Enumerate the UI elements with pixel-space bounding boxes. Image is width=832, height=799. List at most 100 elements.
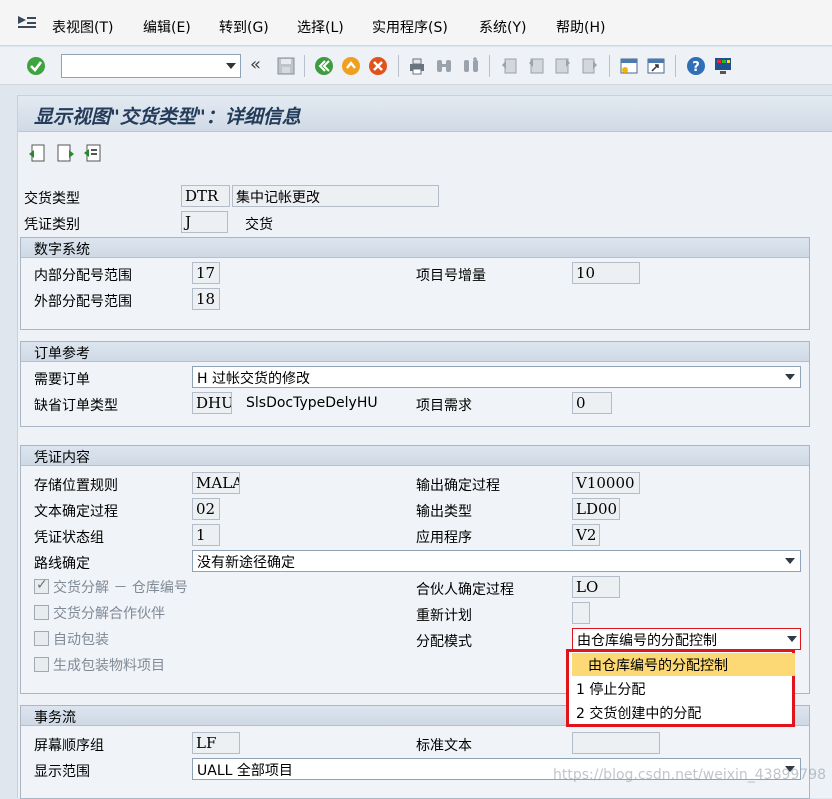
internal-range-label: 内部分配号范围 [34, 268, 132, 284]
cancel-icon[interactable] [368, 56, 388, 76]
text-proc-label: 文本确定过程 [34, 504, 118, 520]
find-icon[interactable] [434, 56, 454, 76]
dropdown-option[interactable]: 2 交货创建中的分配 [572, 701, 705, 724]
std-text-field [572, 732, 660, 754]
route-select[interactable]: 没有新途径确定 [192, 550, 801, 572]
storage-rule-field: MALA [192, 472, 240, 494]
delivery-type-label: 交货类型 [24, 191, 80, 207]
back-icon[interactable] [314, 56, 334, 76]
help-icon[interactable]: ? [686, 56, 706, 76]
auto-pack-label: 自动包装 [53, 632, 109, 648]
application-label: 应用程序 [416, 530, 472, 546]
default-order-type-label: 缺省订单类型 [34, 398, 118, 414]
toolbar-separator [675, 55, 676, 77]
toolbar-separator [304, 55, 305, 77]
last-page-icon[interactable] [580, 56, 600, 76]
collapse-arrow-icon[interactable]: « [250, 54, 261, 75]
layout-menu-icon[interactable] [713, 56, 733, 76]
status-group-label: 凭证状态组 [34, 530, 104, 546]
shortcut-icon[interactable] [646, 56, 666, 76]
alloc-mode-label: 分配模式 [416, 634, 472, 650]
app-menu-icon[interactable] [16, 14, 38, 30]
menu-system[interactable]: 系统(Y) [479, 17, 526, 37]
split-partner-checkbox[interactable] [34, 605, 49, 620]
application-field: V2 [572, 524, 600, 546]
command-field[interactable] [61, 54, 241, 78]
dropdown-option[interactable]: 由仓库编号的分配控制 [572, 653, 795, 676]
item-increment-label: 项目号增量 [416, 268, 486, 284]
menu-goto[interactable]: 转到(G) [219, 17, 269, 37]
item-increment-field: 10 [572, 262, 640, 284]
output-type-label: 输出类型 [416, 504, 472, 520]
gen-pack-item-checkbox[interactable] [34, 657, 49, 672]
enter-check-icon[interactable] [26, 56, 46, 76]
item-requirement-label: 项目需求 [416, 398, 472, 414]
new-session-icon[interactable] [619, 56, 639, 76]
toolbar-separator [489, 55, 490, 77]
group-title: 事务流 [34, 710, 76, 726]
dropdown-option[interactable]: 1 停止分配 [572, 677, 649, 700]
split-partner-label: 交货分解合作伙伴 [53, 606, 165, 622]
screen-seq-label: 屏幕顺序组 [34, 738, 104, 754]
output-proc-field: V10000 [572, 472, 640, 494]
menu-bar: 表视图(T) 编辑(E) 转到(G) 选择(L) 实用程序(S) 系统(Y) 帮… [0, 0, 832, 46]
partner-proc-field: LO [572, 576, 620, 598]
delivery-type-text: 集中记帐更改 [232, 185, 439, 207]
delivery-type-code: DTR [181, 185, 230, 207]
group-title: 数字系统 [34, 242, 90, 258]
gen-pack-item-label: 生成包装物料项目 [53, 658, 165, 674]
item-requirement-field: 0 [572, 392, 612, 414]
chevron-down-icon[interactable] [787, 636, 797, 642]
doc-category-text: 交货 [245, 217, 273, 233]
storage-rule-label: 存储位置规则 [34, 478, 118, 494]
doc-category-code: J [181, 211, 228, 233]
toolbar-separator [398, 55, 399, 77]
internal-range-field: 17 [192, 262, 220, 284]
external-range-field: 18 [192, 288, 220, 310]
group-title: 凭证内容 [34, 450, 90, 466]
save-icon[interactable] [276, 56, 296, 76]
route-value: 没有新途径确定 [197, 555, 295, 571]
order-required-label: 需要订单 [34, 372, 90, 388]
exit-icon[interactable] [341, 56, 361, 76]
menu-table-view[interactable]: 表视图(T) [52, 17, 113, 37]
previous-page-icon[interactable] [526, 56, 546, 76]
split-warehouse-checkbox[interactable] [34, 577, 49, 594]
reschedule-field[interactable] [572, 602, 590, 624]
order-required-select[interactable]: H 过帐交货的修改 [192, 366, 801, 388]
alloc-mode-select[interactable]: 由仓库编号的分配控制 [572, 628, 801, 650]
chevron-down-icon[interactable] [785, 558, 795, 564]
display-range-value: UALL 全部项目 [197, 763, 293, 779]
number-system-group: 数字系统 内部分配号范围 17 外部分配号范围 18 项目号增量 10 [20, 237, 810, 330]
select-entry-icon[interactable] [83, 143, 103, 163]
next-entry-icon[interactable] [56, 143, 76, 163]
find-next-icon[interactable] [461, 56, 481, 76]
default-order-type-field: DHU [192, 392, 232, 414]
screen-seq-field: LF [192, 732, 240, 754]
split-warehouse-label: 交货分解 － 仓库编号 [53, 580, 188, 596]
external-range-label: 外部分配号范围 [34, 294, 132, 310]
next-page-icon[interactable] [553, 56, 573, 76]
default-order-type-text: SlsDocTypeDelyHU [246, 395, 378, 411]
menu-help[interactable]: 帮助(H) [556, 17, 605, 37]
menu-edit[interactable]: 编辑(E) [143, 17, 191, 37]
text-proc-field: 02 [192, 498, 220, 520]
status-group-field: 1 [192, 524, 220, 546]
reschedule-label: 重新计划 [416, 608, 472, 624]
toolbar-separator [609, 55, 610, 77]
first-page-icon[interactable] [499, 56, 519, 76]
menu-select[interactable]: 选择(L) [297, 17, 344, 37]
auto-pack-checkbox[interactable] [34, 631, 49, 646]
watermark: https://blog.csdn.net/weixin_43899798 [553, 767, 827, 783]
display-range-label: 显示范围 [34, 764, 90, 780]
group-title: 订单参考 [34, 346, 90, 362]
previous-entry-icon[interactable] [27, 143, 47, 163]
print-icon[interactable] [407, 56, 427, 76]
chevron-down-icon[interactable] [785, 374, 795, 380]
alloc-mode-value: 由仓库编号的分配控制 [577, 633, 717, 649]
title-bar: 显示视图"交货类型"：详细信息 [18, 96, 832, 132]
chevron-down-icon[interactable] [226, 63, 236, 69]
route-label: 路线确定 [34, 556, 90, 572]
page-title: 显示视图"交货类型"：详细信息 [34, 106, 301, 128]
menu-utilities[interactable]: 实用程序(S) [372, 17, 448, 37]
